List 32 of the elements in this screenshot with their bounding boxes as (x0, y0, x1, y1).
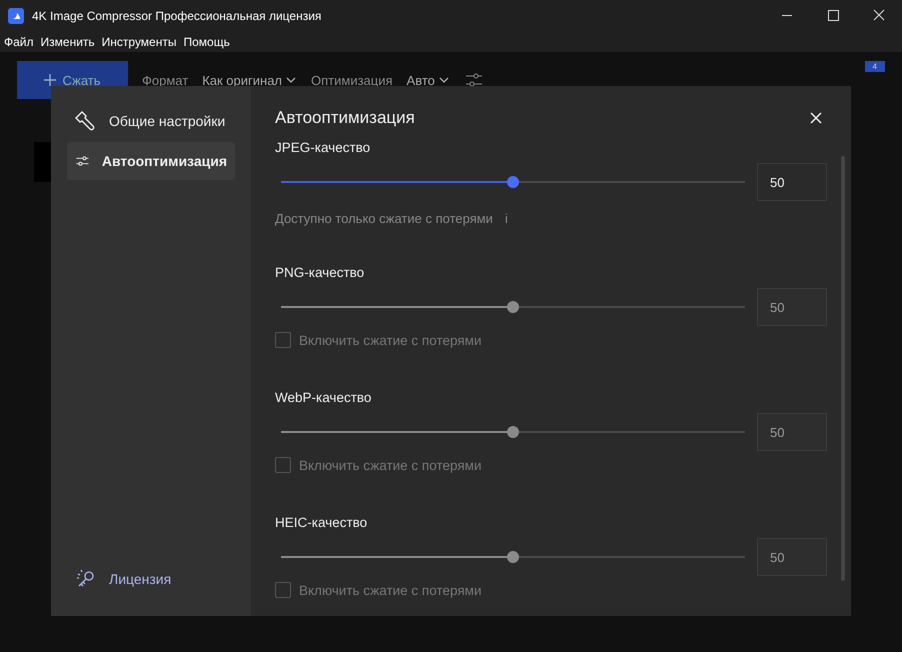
format-label: Формат (142, 72, 188, 88)
sidebar-item[interactable]: Автооптимизация (67, 142, 235, 180)
dialog-title: Автооптимизация (275, 108, 415, 128)
sidebar-item[interactable]: Общие настройки (67, 102, 235, 140)
info-icon[interactable]: i (504, 211, 508, 226)
optimization-label: Оптимизация (311, 72, 393, 88)
window-title: 4K Image Compressor Профессиональная лицензия (32, 8, 322, 22)
checkbox-label: Включить сжатие с потерями (299, 582, 482, 598)
plus-icon (44, 74, 56, 86)
quality-slider[interactable] (281, 426, 745, 438)
menu-item[interactable]: Помощь (183, 34, 230, 48)
quality-slider[interactable] (281, 301, 745, 313)
count-badge: 4 (864, 61, 885, 72)
menu-item[interactable]: Инструменты (102, 34, 176, 48)
app-logo-icon (8, 8, 24, 24)
quality-label: HEIC-качество (275, 515, 368, 530)
format-dropdown[interactable]: Как оригинал (202, 72, 298, 88)
optimization-dropdown[interactable]: Авто (406, 72, 450, 88)
menu-item[interactable]: Файл (4, 34, 34, 48)
quality-slider[interactable] (281, 551, 745, 563)
quality-slider[interactable] (281, 176, 745, 188)
menu-item[interactable]: Изменить (40, 34, 95, 48)
license-link[interactable]: Лицензия (67, 568, 235, 600)
wrench-icon (75, 110, 97, 132)
quality-label: PNG-качество (275, 265, 366, 280)
quality-label: JPEG-качество (275, 140, 372, 155)
quality-label: WebP-качество (275, 390, 372, 405)
quality-input[interactable]: 50 (757, 163, 827, 201)
checkbox-label: Включить сжатие с потерями (299, 332, 482, 348)
close-icon[interactable] (809, 111, 823, 125)
note-text: Доступно только сжатие с потерями (275, 211, 493, 226)
checkbox-label: Включить сжатие с потерями (299, 458, 482, 472)
